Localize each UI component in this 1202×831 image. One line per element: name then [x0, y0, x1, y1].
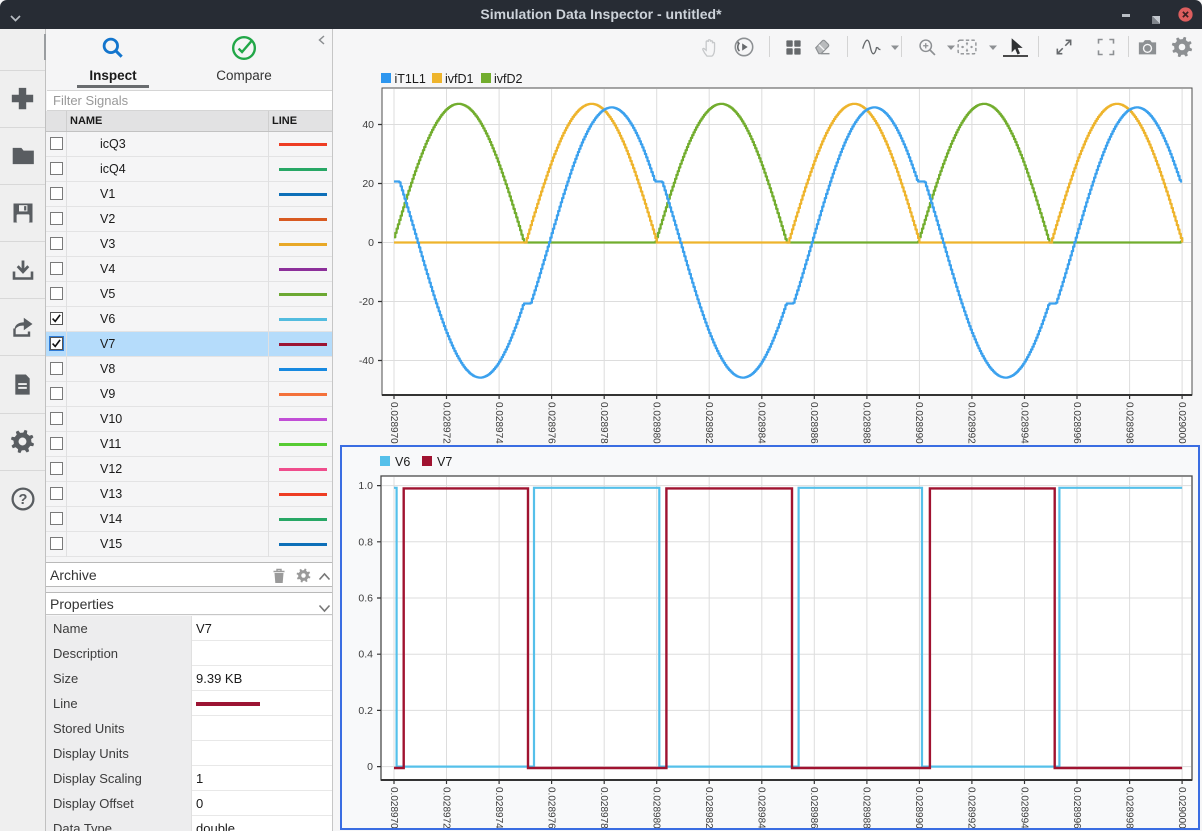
svg-text:0.028996: 0.028996: [1071, 787, 1082, 828]
svg-text:40: 40: [362, 119, 374, 131]
svg-text:?: ?: [18, 492, 27, 508]
svg-text:0.028980: 0.028980: [651, 787, 662, 828]
svg-text:20: 20: [362, 178, 374, 190]
svg-text:0.4: 0.4: [358, 649, 373, 661]
svg-text:0.028984: 0.028984: [756, 787, 767, 828]
svg-text:0.028992: 0.028992: [966, 402, 977, 444]
svg-text:1.0: 1.0: [358, 480, 373, 492]
svg-text:0.029000: 0.029000: [1176, 787, 1187, 828]
svg-text:iT1L1: iT1L1: [395, 72, 426, 86]
svg-text:0.028978: 0.028978: [598, 787, 609, 828]
svg-text:0.028982: 0.028982: [703, 402, 714, 444]
svg-text:0.028972: 0.028972: [440, 787, 451, 828]
svg-text:0.028970: 0.028970: [388, 787, 399, 828]
svg-text:0.028978: 0.028978: [598, 402, 609, 444]
svg-text:0.028972: 0.028972: [440, 402, 451, 444]
svg-text:0.028986: 0.028986: [808, 402, 819, 444]
svg-text:0.028998: 0.028998: [1123, 787, 1134, 828]
svg-text:0.028990: 0.028990: [913, 402, 924, 444]
svg-text:0.028980: 0.028980: [651, 402, 662, 444]
svg-text:ivfD1: ivfD1: [445, 72, 474, 86]
svg-text:0.028976: 0.028976: [545, 787, 556, 828]
svg-text:0.028982: 0.028982: [703, 787, 714, 828]
svg-text:0.028974: 0.028974: [493, 402, 504, 444]
svg-text:-40: -40: [359, 355, 374, 367]
svg-text:0.028990: 0.028990: [913, 787, 924, 828]
svg-text:0.028994: 0.028994: [1018, 402, 1029, 444]
svg-text:0.028994: 0.028994: [1018, 787, 1029, 828]
svg-text:0.6: 0.6: [358, 593, 373, 605]
svg-text:0.028998: 0.028998: [1123, 402, 1134, 444]
svg-text:0.028988: 0.028988: [861, 402, 872, 444]
svg-text:V7: V7: [437, 455, 452, 469]
svg-text:0.028986: 0.028986: [808, 787, 819, 828]
svg-text:0.029000: 0.029000: [1176, 402, 1187, 444]
svg-text:-20: -20: [359, 296, 374, 308]
svg-text:0: 0: [368, 237, 374, 249]
svg-text:0.2: 0.2: [358, 705, 373, 717]
svg-text:0.028984: 0.028984: [756, 402, 767, 444]
svg-text:ivfD2: ivfD2: [494, 72, 523, 86]
svg-text:0.028974: 0.028974: [493, 787, 504, 828]
svg-text:0.028970: 0.028970: [388, 402, 399, 444]
svg-text:0.8: 0.8: [358, 536, 373, 548]
svg-text:0.028976: 0.028976: [545, 402, 556, 444]
svg-text:0.028992: 0.028992: [966, 787, 977, 828]
svg-text:0: 0: [367, 761, 373, 773]
svg-text:0.028988: 0.028988: [861, 787, 872, 828]
svg-text:0.028996: 0.028996: [1071, 402, 1082, 444]
svg-text:V6: V6: [395, 455, 410, 469]
